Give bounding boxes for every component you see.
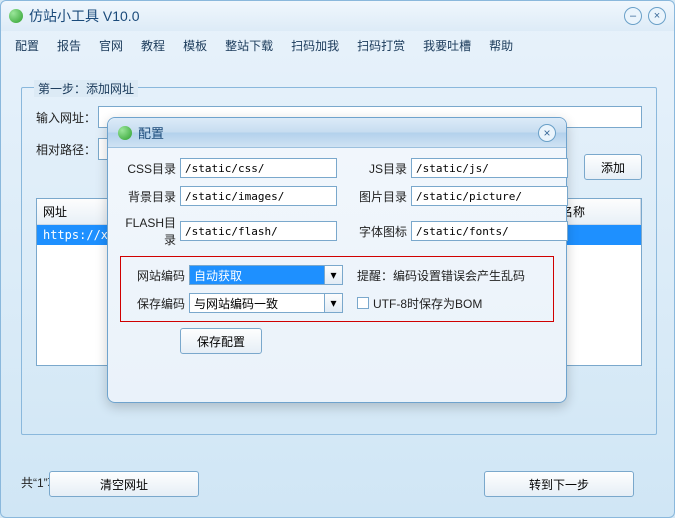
bom-checkbox[interactable] (357, 297, 369, 309)
js-dir-label: JS目录 (351, 160, 407, 177)
menu-qr-donate[interactable]: 扫码打赏 (357, 37, 405, 54)
flash-dir-input[interactable] (180, 221, 337, 241)
save-encoding-label: 保存编码 (129, 295, 185, 312)
fonts-dir-input[interactable] (411, 221, 568, 241)
menu-site[interactable]: 官网 (99, 37, 123, 54)
menu-config[interactable]: 配置 (15, 37, 39, 54)
site-encoding-label: 网站编码 (129, 267, 185, 284)
rel-label: 相对路径： (36, 141, 98, 158)
next-button[interactable]: 转到下一步 (484, 471, 634, 497)
bg-dir-label: 背景目录 (120, 188, 176, 205)
dialog-icon (118, 126, 132, 140)
app-icon (9, 9, 23, 23)
fonts-dir-label: 字体图标 (351, 223, 407, 240)
dialog-close-button[interactable]: × (538, 124, 556, 142)
encoding-hint: 提醒：编码设置错误会产生乱码 (357, 265, 545, 285)
add-button[interactable]: 添加 (584, 154, 642, 180)
bg-dir-input[interactable] (180, 186, 337, 206)
chevron-down-icon[interactable]: ▾ (325, 265, 343, 285)
chevron-down-icon[interactable]: ▾ (325, 293, 343, 313)
menu-tutorial[interactable]: 教程 (141, 37, 165, 54)
css-dir-input[interactable] (180, 158, 337, 178)
flash-dir-label: FLASH目录 (120, 214, 176, 248)
clear-button[interactable]: 清空网址 (49, 471, 199, 497)
pic-dir-input[interactable] (411, 186, 568, 206)
menubar: 配置 报告 官网 教程 模板 整站下载 扫码加我 扫码打赏 我要吐槽 帮助 (1, 31, 674, 60)
save-encoding-select[interactable]: 与网站编码一致 (189, 293, 325, 313)
save-config-button[interactable]: 保存配置 (180, 328, 262, 354)
app-title: 仿站小工具 V10.0 (29, 6, 624, 26)
css-dir-label: CSS目录 (120, 160, 176, 177)
menu-help[interactable]: 帮助 (489, 37, 513, 54)
site-encoding-select[interactable]: 自动获取 (189, 265, 325, 285)
minimize-button[interactable]: – (624, 7, 642, 25)
js-dir-input[interactable] (411, 158, 568, 178)
titlebar: 仿站小工具 V10.0 – × (1, 1, 674, 31)
dialog-title: 配置 (138, 123, 538, 142)
config-dialog: 配置 × CSS目录 JS目录 背景目录 图片目录 FLASH目录 字体图标 网… (107, 117, 567, 403)
menu-feedback[interactable]: 我要吐槽 (423, 37, 471, 54)
close-button[interactable]: × (648, 7, 666, 25)
bom-label: UTF-8时保存为BOM (373, 295, 482, 312)
menu-template[interactable]: 模板 (183, 37, 207, 54)
pic-dir-label: 图片目录 (351, 188, 407, 205)
menu-qr-me[interactable]: 扫码加我 (291, 37, 339, 54)
url-label: 输入网址： (36, 109, 98, 126)
encoding-box: 网站编码 自动获取 ▾ 提醒：编码设置错误会产生乱码 保存编码 与网站编码一致 … (120, 256, 554, 322)
menu-fullsite[interactable]: 整站下载 (225, 37, 273, 54)
menu-report[interactable]: 报告 (57, 37, 81, 54)
